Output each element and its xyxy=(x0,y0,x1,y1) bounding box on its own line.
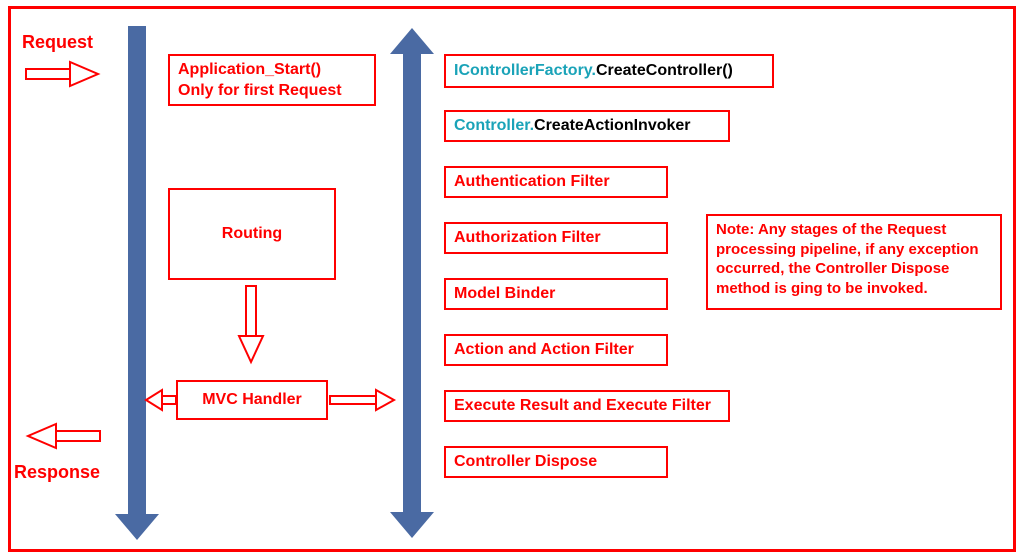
handler-right-arrow-icon xyxy=(328,388,398,417)
execute-result-text: Execute Result and Execute Filter xyxy=(454,396,711,417)
note-box: Note: Any stages of the Request processi… xyxy=(706,214,1002,310)
appstart-l1: Application_Start() xyxy=(178,61,321,78)
cf-teal: IControllerFactory. xyxy=(454,61,596,82)
response-arrow-icon xyxy=(24,420,104,457)
mvc-handler-text: MVC Handler xyxy=(202,390,302,411)
routing-text: Routing xyxy=(222,224,282,245)
create-action-invoker-box: Controller.CreateActionInvoker xyxy=(444,110,730,142)
request-label: Request xyxy=(22,32,93,53)
request-arrow-icon xyxy=(24,58,104,95)
response-label: Response xyxy=(14,462,100,483)
model-binder-box: Model Binder xyxy=(444,278,668,310)
execute-result-box: Execute Result and Execute Filter xyxy=(444,390,730,422)
routing-to-handler-arrow-icon xyxy=(236,284,266,371)
action-filter-text: Action and Action Filter xyxy=(454,340,634,361)
mvc-handler-box: MVC Handler xyxy=(176,380,328,420)
action-filter-box: Action and Action Filter xyxy=(444,334,668,366)
controller-dispose-text: Controller Dispose xyxy=(454,452,597,473)
auth-filter-box: Authentication Filter xyxy=(444,166,668,198)
cf-black: CreateController() xyxy=(596,61,733,82)
note-text: Note: Any stages of the Request processi… xyxy=(716,221,979,297)
controller-dispose-box: Controller Dispose xyxy=(444,446,668,478)
controller-factory-box: IControllerFactory.CreateController() xyxy=(444,54,774,88)
right-flow-arrow-icon xyxy=(403,52,421,514)
left-flow-arrow-icon xyxy=(128,26,146,516)
authz-filter-text: Authorization Filter xyxy=(454,228,601,249)
authz-filter-box: Authorization Filter xyxy=(444,222,668,254)
application-start-box: Application_Start() Only for first Reque… xyxy=(168,54,376,106)
auth-filter-text: Authentication Filter xyxy=(454,172,610,193)
model-binder-text: Model Binder xyxy=(454,284,555,305)
cai-black: CreateActionInvoker xyxy=(534,116,691,137)
handler-left-arrow-icon xyxy=(144,388,178,417)
routing-box: Routing xyxy=(168,188,336,280)
cai-teal: Controller. xyxy=(454,116,534,137)
appstart-l2: Only for first Request xyxy=(178,82,342,99)
